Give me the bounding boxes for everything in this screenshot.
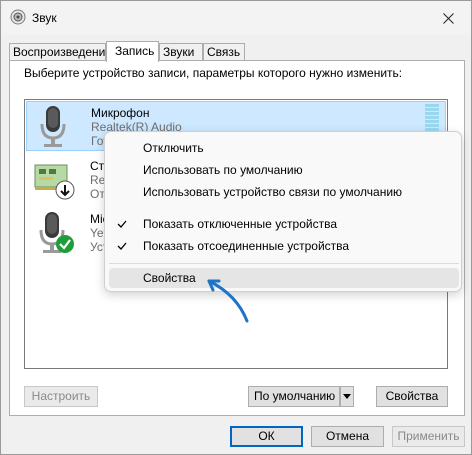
apply-button[interactable]: Применить xyxy=(392,426,465,447)
menu-item-label: Показать отсоединенные устройства xyxy=(143,239,350,253)
menu-item-properties[interactable]: Свойства xyxy=(109,268,459,288)
title-bar: Звук xyxy=(1,1,471,35)
microphone-icon xyxy=(40,106,66,147)
tab-sounds[interactable]: Звуки xyxy=(159,43,203,61)
window-title: Звук xyxy=(32,11,57,25)
annotation-arrow-icon xyxy=(207,279,249,323)
speaker-icon xyxy=(10,9,26,25)
sound-dialog: Звук Воспроизведение Запись Звуки Связь … xyxy=(0,0,472,455)
checkmark-icon xyxy=(117,214,131,234)
device-status: От xyxy=(90,187,105,201)
menu-item-label: Использовать по умолчанию xyxy=(143,163,303,177)
menu-item-label: Показать отключенные устройства xyxy=(143,217,338,231)
cancel-button[interactable]: Отмена xyxy=(311,426,384,447)
tab-communications[interactable]: Связь xyxy=(203,43,245,61)
chevron-down-icon xyxy=(343,394,351,399)
tab-recording[interactable]: Запись xyxy=(106,41,159,62)
menu-item-show-disconnected[interactable]: Показать отсоединенные устройства xyxy=(109,236,459,256)
instruction-text: Выберите устройство записи, параметры ко… xyxy=(24,66,403,80)
checkmark-icon xyxy=(117,236,131,256)
set-default-dropdown[interactable] xyxy=(340,386,354,407)
menu-item-set-default-communication[interactable]: Использовать устройство связи по умолчан… xyxy=(109,182,459,202)
set-default-button[interactable]: По умолчанию xyxy=(248,386,340,407)
menu-item-set-default[interactable]: Использовать по умолчанию xyxy=(109,160,459,180)
properties-button[interactable]: Свойства xyxy=(376,386,448,407)
close-button[interactable] xyxy=(425,1,471,35)
menu-item-label: Использовать устройство связи по умолчан… xyxy=(143,185,403,199)
microphone-icon xyxy=(39,212,74,253)
tab-playback[interactable]: Воспроизведение xyxy=(9,43,112,61)
context-menu: Отключить Использовать по умолчанию Испо… xyxy=(104,131,462,292)
ok-button[interactable]: ОК xyxy=(230,426,303,447)
menu-item-label: Свойства xyxy=(143,271,196,285)
menu-separator xyxy=(109,263,459,264)
close-icon xyxy=(442,12,454,24)
menu-item-label: Отключить xyxy=(143,141,204,155)
configure-button[interactable]: Настроить xyxy=(24,386,98,407)
device-name: Микрофон xyxy=(91,106,150,120)
sound-card-icon xyxy=(34,164,75,200)
menu-item-show-disabled[interactable]: Показать отключенные устройства xyxy=(109,214,459,234)
menu-item-disable[interactable]: Отключить xyxy=(109,138,459,158)
